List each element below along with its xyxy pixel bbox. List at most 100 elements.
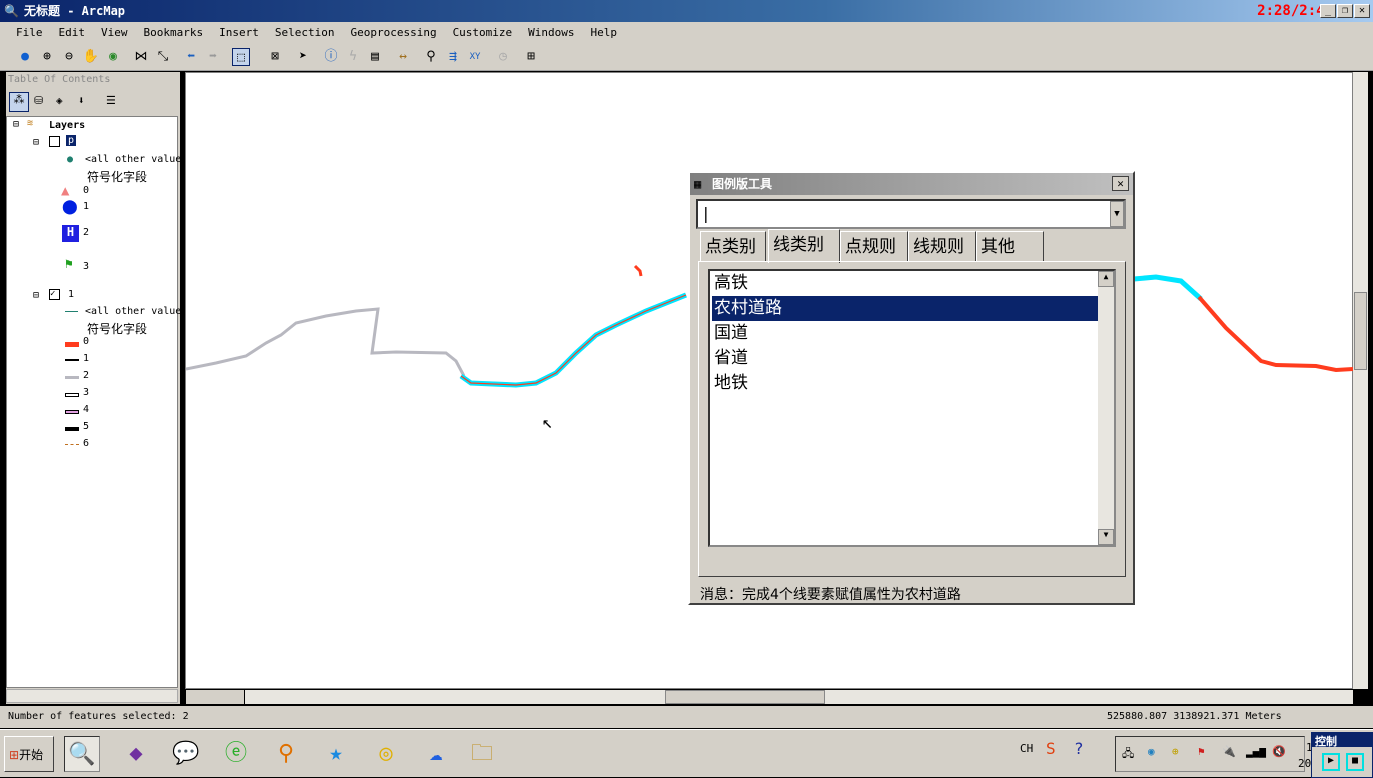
layer-combobox[interactable]: | (696, 199, 1126, 229)
forward-icon[interactable]: ➡ (204, 48, 222, 66)
baidu-netdisk-icon[interactable]: ☁ (418, 736, 454, 772)
hyperlink-icon[interactable]: ϟ (344, 48, 362, 66)
scroll-thumb[interactable] (1354, 292, 1367, 370)
list-item[interactable]: 国道 (712, 321, 1098, 346)
start-button[interactable]: ⊞开始 (4, 736, 54, 772)
close-button[interactable]: ✕ (1354, 4, 1370, 18)
line-category-list[interactable]: 高铁 农村道路 国道 省道 地铁 ▲ ▼ (708, 269, 1116, 547)
explorer-icon[interactable]: 🗀 (464, 736, 500, 772)
globe-tray-icon[interactable]: ◉ (1148, 745, 1155, 758)
tab-point-rule[interactable]: 点规则 (840, 231, 908, 261)
menu-bookmarks[interactable]: Bookmarks (144, 26, 204, 39)
plus-tray-icon[interactable]: ⊕ (1172, 745, 1179, 758)
tab-line-rule[interactable]: 线规则 (908, 231, 976, 261)
list-by-selection-icon[interactable]: ⬇ (78, 94, 85, 107)
layer-1-name[interactable]: 1 (68, 289, 74, 300)
signal-icon[interactable]: ▂▄▆ (1246, 745, 1266, 758)
arcmap-icon: 🔍 (4, 4, 19, 18)
play-icon[interactable]: ▶ (1322, 753, 1340, 771)
action-center-icon[interactable]: ⚑ (1198, 745, 1205, 758)
tab-line-category[interactable]: 线类别 (768, 229, 840, 263)
pan-icon[interactable]: ✋ (82, 48, 100, 66)
list-item[interactable]: 地铁 (712, 371, 1098, 396)
view-switch-buttons[interactable] (186, 690, 244, 704)
menu-help[interactable]: Help (591, 26, 618, 39)
ie-icon[interactable]: ⓔ (218, 736, 254, 772)
select-elements-icon[interactable]: ➤ (294, 48, 312, 66)
tab-point-category[interactable]: 点类别 (700, 231, 766, 261)
restore-button[interactable]: ❐ (1337, 4, 1353, 18)
find-icon[interactable]: ⚲ (422, 48, 440, 66)
chrome-icon[interactable]: ◎ (368, 736, 404, 772)
list-by-source-icon[interactable]: ⛁ (34, 94, 43, 107)
dingtalk-icon[interactable]: ★ (318, 736, 354, 772)
menu-windows[interactable]: Windows (528, 26, 574, 39)
combo-dropdown-icon[interactable]: ▼ (1110, 201, 1124, 227)
legend-class: 2 (83, 227, 90, 238)
menu-insert[interactable]: Insert (219, 26, 259, 39)
toc-horizontal-scrollbar[interactable] (6, 689, 178, 703)
line-symbol (65, 359, 79, 361)
dialog-close-button[interactable]: ✕ (1112, 176, 1129, 191)
map-vertical-scrollbar[interactable] (1353, 72, 1368, 689)
legend-field: 符号化字段 (87, 170, 148, 184)
road-selected-center (460, 294, 687, 386)
menu-edit[interactable]: Edit (59, 26, 86, 39)
layers-root[interactable]: Layers (49, 120, 85, 131)
identify-icon[interactable]: ⓘ (322, 48, 340, 66)
scroll-up-icon[interactable]: ▲ (1098, 271, 1114, 287)
network-icon[interactable]: 🖧 (1122, 745, 1134, 764)
zoom-in-icon[interactable]: ⊕ (38, 48, 56, 66)
visual-studio-icon[interactable]: ◆ (118, 736, 154, 772)
zoom-out-icon[interactable]: ⊖ (60, 48, 78, 66)
sogou-icon[interactable]: S (1046, 739, 1056, 758)
stop-icon[interactable]: ■ (1346, 753, 1364, 771)
minimize-button[interactable]: _ (1320, 4, 1336, 18)
help-icon[interactable]: ? (1074, 739, 1084, 758)
power-icon[interactable]: 🔌 (1222, 745, 1236, 758)
list-scrollbar[interactable]: ▲ ▼ (1098, 271, 1114, 545)
goto-xy-icon[interactable]: XY (466, 48, 484, 66)
tools-toolbar: ● ⊕ ⊖ ✋ ◉ ⋈ ⤡ ⬅ ➡ ⬚ ⊠ ➤ ⓘ ϟ ▤ ↔ ⚲ ⇶ XY ◷… (0, 44, 1373, 71)
menu-selection[interactable]: Selection (275, 26, 335, 39)
find-route-icon[interactable]: ⇶ (444, 48, 462, 66)
back-icon[interactable]: ⬅ (182, 48, 200, 66)
list-item-selected[interactable]: 农村道路 (712, 296, 1098, 321)
language-indicator[interactable]: CH (1020, 742, 1033, 755)
layer-p-name[interactable]: p (66, 135, 77, 146)
options-icon[interactable]: ☰ (106, 94, 116, 107)
collapse-icon[interactable]: ⊟ (33, 290, 39, 301)
full-extent-icon[interactable]: ● (16, 48, 34, 66)
scroll-down-icon[interactable]: ▼ (1098, 529, 1114, 545)
collapse-icon[interactable]: ⊟ (33, 137, 39, 148)
wechat-icon[interactable]: 💬 (168, 736, 204, 772)
list-by-visibility-icon[interactable]: ◈ (56, 94, 63, 107)
tray-date[interactable]: 20 (1298, 757, 1311, 770)
menu-customize[interactable]: Customize (453, 26, 513, 39)
volume-muted-icon[interactable]: 🔇 (1272, 745, 1286, 758)
search-app-icon[interactable]: ⚲ (268, 736, 304, 772)
clear-selection-icon[interactable]: ⊠ (266, 48, 284, 66)
arcmap-taskbar-icon[interactable]: 🔍 (64, 736, 100, 772)
map-horizontal-scrollbar[interactable] (245, 690, 1353, 704)
layer-1-checkbox[interactable]: ✓ (49, 289, 60, 300)
globe-icon[interactable]: ◉ (104, 48, 122, 66)
scroll-thumb[interactable] (665, 690, 825, 704)
select-features-icon[interactable]: ⬚ (232, 48, 250, 66)
window-title: 无标题 - ArcMap (24, 4, 126, 18)
list-item[interactable]: 省道 (712, 346, 1098, 371)
time-slider-icon[interactable]: ◷ (494, 48, 512, 66)
fixed-zoom-in-icon[interactable]: ⋈ (132, 48, 150, 66)
measure-icon[interactable]: ↔ (394, 48, 412, 66)
list-item[interactable]: 高铁 (712, 271, 1098, 296)
menu-file[interactable]: File (16, 26, 43, 39)
layer-p-checkbox[interactable] (49, 136, 60, 147)
menu-view[interactable]: View (101, 26, 128, 39)
magnifier-icon[interactable]: ⊞ (522, 48, 540, 66)
list-by-drawing-order-icon[interactable]: ⁂ (9, 92, 29, 112)
tab-other[interactable]: 其他 (976, 231, 1044, 261)
fixed-zoom-out-icon[interactable]: ⤡ (154, 48, 172, 66)
system-tray: 🖧 ◉ ⊕ ⚑ 🔌 ▂▄▆ 🔇 1 20 (1115, 736, 1313, 772)
menu-geoprocessing[interactable]: Geoprocessing (350, 26, 436, 39)
html-popup-icon[interactable]: ▤ (366, 48, 384, 66)
